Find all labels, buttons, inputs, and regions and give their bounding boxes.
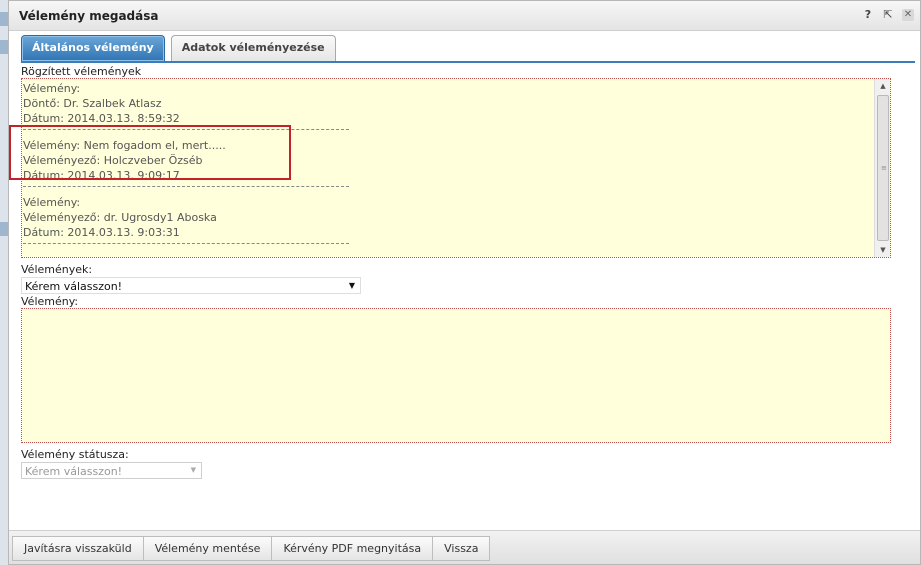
entry-person: Döntő: Dr. Szalbek Atlasz bbox=[23, 97, 162, 110]
opinions-label: Vélemények: bbox=[21, 263, 93, 276]
opinions-select-value: Kérem válasszon! bbox=[25, 280, 123, 293]
dialog-titlebar: Vélemény megadása ? ⇱ ✕ bbox=[9, 1, 920, 31]
grip-icon: ≡ bbox=[881, 164, 887, 172]
tab-panel-border bbox=[21, 61, 915, 63]
window-controls: ? ⇱ ✕ bbox=[862, 9, 914, 21]
opinion-dialog: Vélemény megadása ? ⇱ ✕ Általános vélemé… bbox=[8, 0, 921, 565]
entry-separator bbox=[23, 186, 349, 187]
annotation-highlight-box bbox=[9, 125, 291, 180]
help-icon[interactable]: ? bbox=[862, 9, 874, 21]
chevron-down-icon: ▼ bbox=[190, 466, 196, 474]
chevron-down-icon: ▼ bbox=[348, 281, 355, 290]
status-select-value: Kérem válasszon! bbox=[25, 465, 123, 478]
tab-data-review[interactable]: Adatok véleményezése bbox=[170, 35, 336, 61]
status-label: Vélemény státusza: bbox=[21, 448, 129, 461]
dialog-footer: Javításra visszaküld Vélemény mentése Ké… bbox=[9, 530, 920, 564]
popout-icon[interactable]: ⇱ bbox=[882, 9, 894, 21]
list-item: Vélemény: Véleményező: dr. Ugrosdy1 Abos… bbox=[22, 193, 890, 244]
entry-opinion: Vélemény: bbox=[23, 196, 81, 209]
open-pdf-button[interactable]: Kérvény PDF megnyitása bbox=[271, 536, 434, 561]
entry-person: Véleményező: dr. Ugrosdy1 Aboska bbox=[23, 211, 217, 224]
opinions-select[interactable]: Kérem válasszon! ▼ bbox=[21, 277, 361, 294]
tab-general-opinion[interactable]: Általános vélemény bbox=[21, 35, 165, 61]
scroll-thumb[interactable]: ≡ bbox=[877, 95, 889, 241]
history-label: Rögzített vélemények bbox=[21, 65, 142, 78]
entry-date: Dátum: 2014.03.13. 8:59:32 bbox=[23, 112, 180, 125]
close-icon[interactable]: ✕ bbox=[902, 9, 914, 21]
scroll-down-icon[interactable]: ▼ bbox=[875, 243, 890, 257]
status-select[interactable]: Kérem válasszon! ▼ bbox=[21, 462, 202, 479]
save-opinion-button[interactable]: Vélemény mentése bbox=[142, 536, 273, 561]
dialog-title: Vélemény megadása bbox=[19, 9, 159, 23]
scroll-up-icon[interactable]: ▲ bbox=[875, 79, 890, 93]
opinion-text-label: Vélemény: bbox=[21, 295, 79, 308]
entry-opinion: Vélemény: bbox=[23, 82, 81, 95]
opinion-textarea[interactable] bbox=[21, 308, 891, 443]
entry-separator bbox=[23, 243, 349, 244]
history-scrollbar[interactable]: ▲ ≡ ▼ bbox=[874, 79, 890, 257]
back-button[interactable]: Vissza bbox=[432, 536, 491, 561]
tab-bar: Általános vélemény Adatok véleményezése bbox=[21, 35, 336, 61]
send-back-button[interactable]: Javításra visszaküld bbox=[12, 536, 144, 561]
list-item: Vélemény: Döntő: Dr. Szalbek Atlasz Dátu… bbox=[22, 79, 890, 130]
footer-buttons: Javításra visszaküld Vélemény mentése Ké… bbox=[12, 536, 491, 561]
entry-date: Dátum: 2014.03.13. 9:03:31 bbox=[23, 226, 180, 239]
